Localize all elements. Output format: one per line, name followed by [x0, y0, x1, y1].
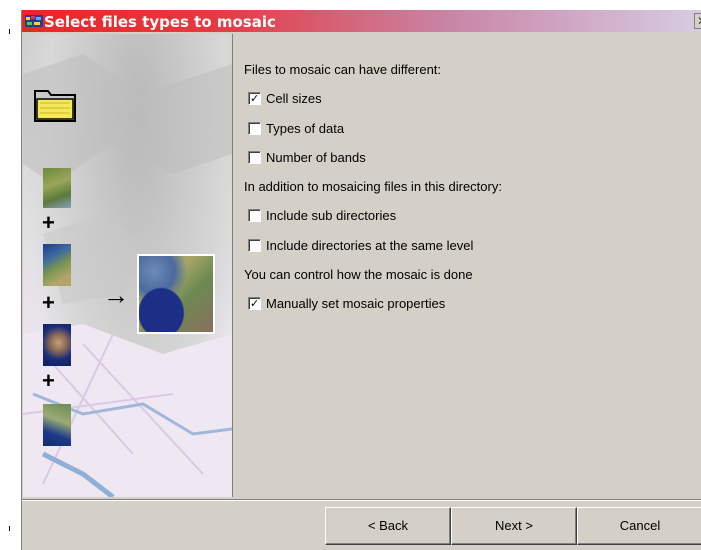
- control-heading: You can control how the mosaic is done: [244, 267, 473, 282]
- mosaic-wizard-dialog: Select files types to mosaic ✕ + + + → F…: [21, 10, 701, 550]
- tile-thumbnail-icon: [43, 168, 71, 208]
- close-button[interactable]: ✕: [694, 13, 701, 29]
- mosaic-result-icon: [137, 254, 215, 334]
- footer-separator: [22, 499, 701, 501]
- arrow-right-icon: →: [103, 280, 129, 310]
- directories-heading: In addition to mosaicing files in this d…: [244, 179, 502, 194]
- title-bar[interactable]: Select files types to mosaic ✕: [22, 10, 701, 32]
- plus-icon: +: [42, 368, 55, 393]
- checkbox-include-same-level[interactable]: Include directories at the same level: [248, 238, 473, 253]
- back-button[interactable]: < Back: [325, 507, 451, 545]
- checkbox-box[interactable]: [248, 209, 261, 222]
- checkbox-box[interactable]: [248, 151, 261, 164]
- checkbox-types-of-data[interactable]: Types of data: [248, 121, 344, 136]
- checkbox-cell-sizes[interactable]: ✓ Cell sizes: [248, 91, 322, 106]
- checkbox-manual-mosaic-properties[interactable]: ✓ Manually set mosaic properties: [248, 296, 445, 311]
- checkbox-label: Include sub directories: [266, 208, 397, 223]
- checkbox-label: Number of bands: [266, 150, 366, 165]
- side-illustration-panel: + + + →: [23, 34, 233, 497]
- tile-thumbnail-icon: [43, 404, 71, 446]
- checkbox-label: Include directories at the same level: [266, 238, 474, 253]
- tile-thumbnail-icon: [43, 244, 71, 286]
- check-mark-icon: ✓: [250, 297, 260, 310]
- plus-icon: +: [42, 290, 55, 315]
- plus-icon: +: [42, 210, 55, 235]
- edge-dot: [9, 526, 10, 531]
- check-mark-icon: ✓: [250, 92, 260, 105]
- window-title: Select files types to mosaic: [44, 13, 276, 31]
- checkbox-box[interactable]: [248, 239, 261, 252]
- edge-dot: [9, 29, 10, 34]
- next-button[interactable]: Next >: [451, 507, 577, 545]
- cancel-button[interactable]: Cancel: [577, 507, 701, 545]
- checkbox-box[interactable]: [248, 122, 261, 135]
- checkbox-include-sub-directories[interactable]: Include sub directories: [248, 208, 396, 223]
- checkbox-number-of-bands[interactable]: Number of bands: [248, 150, 366, 165]
- checkbox-box[interactable]: ✓: [248, 92, 261, 105]
- app-icon: [25, 15, 43, 27]
- checkbox-label: Types of data: [266, 121, 345, 136]
- tile-thumbnail-icon: [43, 324, 71, 366]
- folder-icon: [34, 90, 76, 122]
- checkbox-box[interactable]: ✓: [248, 297, 261, 310]
- checkbox-label: Cell sizes: [266, 91, 322, 106]
- checkbox-label: Manually set mosaic properties: [266, 296, 446, 311]
- differences-heading: Files to mosaic can have different:: [244, 62, 442, 77]
